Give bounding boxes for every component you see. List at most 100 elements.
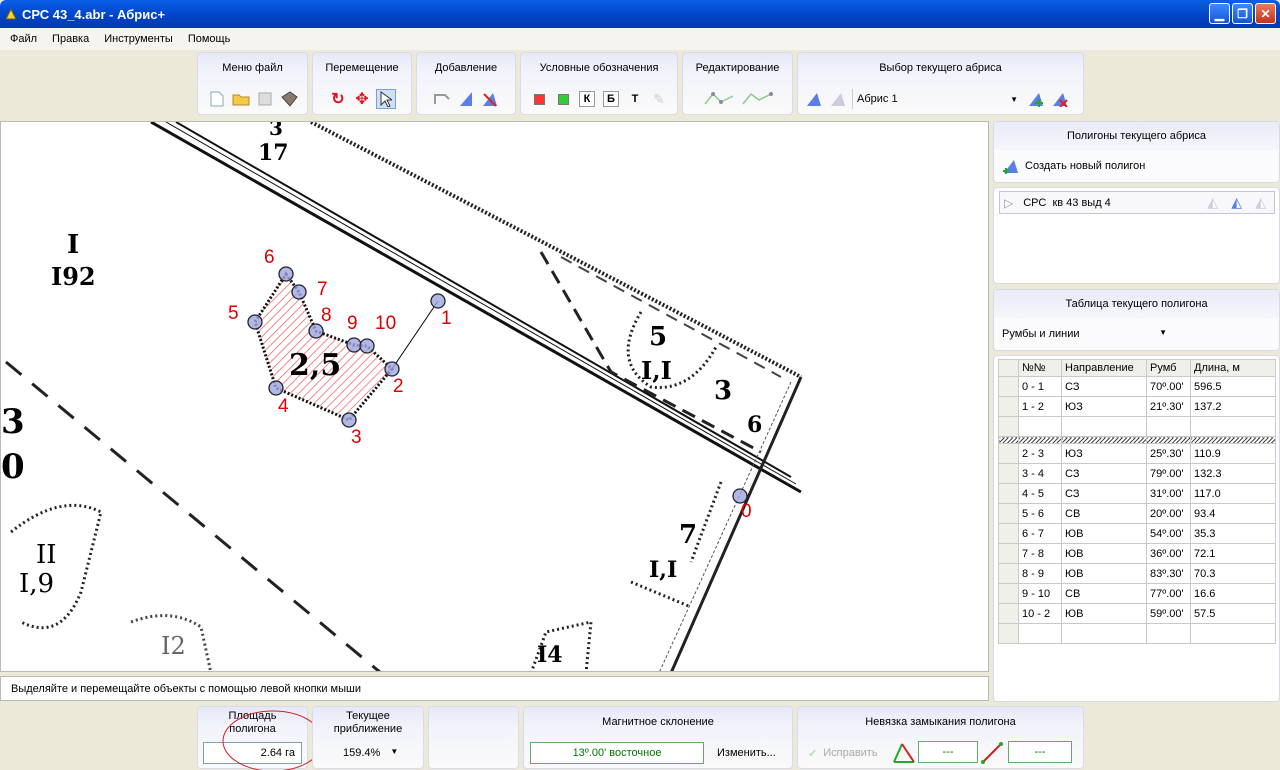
table-cell[interactable]: 10 - 2 — [1018, 603, 1062, 624]
table-cell[interactable]: 36º.00' — [1146, 543, 1191, 564]
abris-clear-icon[interactable] — [828, 89, 848, 109]
table-cell[interactable]: СЗ — [1061, 463, 1147, 484]
table-cell[interactable]: 93.4 — [1190, 503, 1276, 524]
table-cell[interactable]: 9 - 10 — [1018, 583, 1062, 604]
red-square-icon[interactable] — [529, 89, 549, 109]
select-arrow-icon[interactable] — [376, 89, 396, 109]
create-polygon-button[interactable]: Создать новый полигон — [1002, 158, 1145, 174]
vertex-point-6[interactable] — [278, 266, 294, 282]
row-header[interactable] — [998, 603, 1019, 624]
letter-b-button[interactable]: Б — [601, 89, 621, 109]
abris-select[interactable]: Абрис 1 ▼ — [852, 89, 1022, 109]
table-cell[interactable]: 3 - 4 — [1018, 463, 1062, 484]
row-header[interactable] — [998, 376, 1019, 397]
vertex-point-5[interactable] — [247, 314, 263, 330]
table-cell[interactable]: 54º.00' — [1146, 523, 1191, 544]
ruler-icon[interactable]: ✎ — [649, 89, 669, 109]
menu-file[interactable]: Файл — [10, 33, 37, 45]
row-header[interactable] — [998, 483, 1019, 504]
table-row[interactable]: 10 - 2 ЮВ 59º.00' 57.5 — [998, 603, 1276, 624]
row-header[interactable] — [998, 583, 1019, 604]
table-cell[interactable]: 72.1 — [1190, 543, 1276, 564]
polygon-hide-icon[interactable]: ◭ — [1207, 194, 1218, 211]
table-cell[interactable]: 110.9 — [1190, 443, 1276, 464]
row-header[interactable] — [998, 543, 1019, 564]
table-cell[interactable]: 7 - 8 — [1018, 543, 1062, 564]
expand-icon[interactable]: ▷ — [1004, 196, 1013, 210]
table-cell[interactable] — [1018, 416, 1062, 437]
table-cell[interactable] — [1061, 623, 1147, 644]
table-cell[interactable] — [1146, 623, 1191, 644]
table-cell[interactable]: ЮВ — [1061, 603, 1147, 624]
letter-k-button[interactable]: К — [577, 89, 597, 109]
table-cell[interactable]: 1 - 2 — [1018, 396, 1062, 417]
table-cell[interactable]: СЗ — [1061, 483, 1147, 504]
table-cell[interactable]: 79º.00' — [1146, 463, 1191, 484]
table-cell[interactable]: ЮЗ — [1061, 396, 1147, 417]
polygon-settings-icon[interactable]: ◭ — [1231, 194, 1242, 211]
table-row[interactable]: 7 - 8 ЮВ 36º.00' 72.1 — [998, 543, 1276, 564]
vertex-point-1[interactable] — [430, 293, 446, 309]
table-cell[interactable]: 137.2 — [1190, 396, 1276, 417]
row-header[interactable] — [998, 416, 1019, 437]
rotate-icon[interactable]: ↻ — [328, 89, 348, 109]
vertex-point-10[interactable] — [359, 338, 375, 354]
row-header[interactable] — [998, 563, 1019, 584]
table-row[interactable]: 2 - 3 ЮЗ 25º.30' 110.9 — [998, 443, 1276, 464]
table-row[interactable] — [998, 623, 1276, 644]
map-canvas[interactable]: 3 17 I I92 5 I,I 3 6 7 I,I II I,9 I2 I4 … — [0, 121, 989, 672]
table-row[interactable]: 4 - 5 СЗ 31º.00' 117.0 — [998, 483, 1276, 504]
table-cell[interactable]: 4 - 5 — [1018, 483, 1062, 504]
table-row[interactable]: 0 - 1 СЗ 70º.00' 596.5 — [998, 376, 1276, 397]
add-abris-icon[interactable] — [1026, 89, 1046, 109]
table-cell[interactable]: 35.3 — [1190, 523, 1276, 544]
export-icon[interactable] — [279, 89, 299, 109]
mag-change-button[interactable]: Изменить... — [717, 747, 776, 759]
table-cell[interactable]: 2 - 3 — [1018, 443, 1062, 464]
table-cell[interactable]: СЗ — [1061, 376, 1147, 397]
fix-button[interactable]: ✔ Исправить — [808, 747, 878, 760]
abris-icon[interactable] — [804, 89, 824, 109]
table-cell[interactable]: ЮВ — [1061, 563, 1147, 584]
table-cell[interactable]: 59º.00' — [1146, 603, 1191, 624]
row-header[interactable] — [998, 396, 1019, 417]
vertex-point-9[interactable] — [346, 337, 362, 353]
vertex-point-3[interactable] — [341, 412, 357, 428]
zoom-select[interactable]: 159.4% ▼ — [343, 747, 398, 759]
table-cell[interactable]: СВ — [1061, 503, 1147, 524]
letter-t-button[interactable]: Т — [625, 89, 645, 109]
table-row[interactable]: 8 - 9 ЮВ 83º.30' 70.3 — [998, 563, 1276, 584]
row-header[interactable] — [998, 463, 1019, 484]
row-header[interactable] — [998, 503, 1019, 524]
save-icon[interactable] — [255, 89, 275, 109]
table-row[interactable]: 3 - 4 СЗ 79º.00' 132.3 — [998, 463, 1276, 484]
menu-edit[interactable]: Правка — [52, 33, 89, 45]
table-cell[interactable]: 57.5 — [1190, 603, 1276, 624]
table-cell[interactable]: 70º.00' — [1146, 376, 1191, 397]
table-cell[interactable] — [1146, 416, 1191, 437]
menu-help[interactable]: Помощь — [188, 33, 231, 45]
table-cell[interactable] — [1190, 416, 1276, 437]
table-cell[interactable]: 21º.30' — [1146, 396, 1191, 417]
table-mode-select[interactable]: Румбы и линии ▼ — [1002, 328, 1167, 340]
table-cell[interactable]: 0 - 1 — [1018, 376, 1062, 397]
table-cell[interactable]: 70.3 — [1190, 563, 1276, 584]
table-cell[interactable] — [1018, 623, 1062, 644]
add-shape-icon[interactable] — [480, 89, 500, 109]
table-cell[interactable]: 117.0 — [1190, 483, 1276, 504]
table-row[interactable]: 9 - 10 СВ 77º.00' 16.6 — [998, 583, 1276, 604]
table-cell[interactable] — [1190, 623, 1276, 644]
restore-button[interactable]: ❐ — [1232, 3, 1253, 24]
table-cell[interactable]: 6 - 7 — [1018, 523, 1062, 544]
table-cell[interactable]: 31º.00' — [1146, 483, 1191, 504]
table-cell[interactable]: 596.5 — [1190, 376, 1276, 397]
new-file-icon[interactable] — [207, 89, 227, 109]
vertex-point-7[interactable] — [291, 284, 307, 300]
table-row[interactable]: 6 - 7 ЮВ 54º.00' 35.3 — [998, 523, 1276, 544]
polygon-delete-icon[interactable]: ◭ — [1255, 194, 1266, 211]
table-cell[interactable]: 77º.00' — [1146, 583, 1191, 604]
table-row[interactable]: 5 - 6 СВ 20º.00' 93.4 — [998, 503, 1276, 524]
table-row[interactable]: 1 - 2 ЮЗ 21º.30' 137.2 — [998, 396, 1276, 417]
row-header[interactable] — [998, 523, 1019, 544]
table-cell[interactable]: 25º.30' — [1146, 443, 1191, 464]
